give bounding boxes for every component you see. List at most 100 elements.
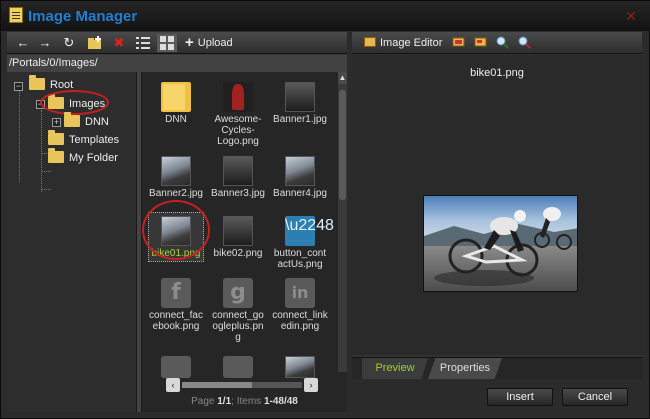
tree-label-dnn: DNN	[85, 116, 109, 128]
linkedin-icon: in	[285, 278, 315, 308]
pager-page: 1/1	[217, 396, 232, 407]
file-grid-vertical-scrollbar[interactable]: ▲	[338, 72, 347, 372]
current-path: /Portals/0/Images/	[7, 55, 347, 72]
image-thumbnail	[223, 156, 253, 186]
tree-label-templates: Templates	[69, 134, 120, 146]
new-folder-icon[interactable]	[85, 34, 105, 52]
close-icon[interactable]: ✕	[624, 9, 638, 23]
file-item[interactable]: DNN	[144, 82, 208, 125]
file-browser-panel: ← → ↻ ✖ + Upload /Portals/0/Images/ − Roo…	[7, 32, 347, 412]
image-thumbnail	[285, 82, 315, 112]
tree-label-my-folder: My Folder	[69, 152, 118, 164]
tree-node-dnn[interactable]: DNN	[64, 112, 109, 130]
scroll-thumb[interactable]	[339, 90, 346, 200]
scroll-right-icon[interactable]: ›	[304, 378, 318, 392]
file-item[interactable]	[268, 356, 332, 380]
file-label: Banner1.jpg	[273, 114, 327, 125]
image-thumbnail	[285, 156, 315, 186]
file-item[interactable]: f connect_fac ebook.png	[144, 278, 208, 332]
file-label: button_cont actUs.png	[273, 248, 327, 270]
window-app-icon	[9, 7, 23, 23]
tree-expand-dnn[interactable]: +	[52, 118, 61, 127]
tab-preview[interactable]: Preview	[362, 358, 428, 379]
image-editor-button[interactable]: Image Editor	[364, 34, 442, 52]
file-label: bike02.png	[213, 248, 263, 259]
file-label: Banner3.jpg	[211, 188, 265, 199]
file-item[interactable]	[206, 356, 270, 380]
folder-icon	[29, 75, 45, 90]
pager: Page 1/1; Items 1-48/48	[142, 396, 347, 408]
file-label: Banner2.jpg	[149, 188, 203, 199]
twitter-icon	[161, 356, 191, 378]
file-label: Banner4.jpg	[273, 188, 327, 199]
window-title: Image Manager	[28, 8, 138, 25]
pager-prefix: Page	[191, 396, 218, 407]
upload-button[interactable]: + Upload	[185, 34, 233, 52]
preview-filename: bike01.png	[470, 67, 524, 79]
file-grid: DNN Awesome- Cycles- Logo.png Banner1.jp…	[142, 72, 347, 412]
thumbnail-view-icon[interactable]	[157, 34, 177, 52]
googleplus-icon: g	[223, 278, 253, 308]
file-label: connect_go ogleplus.pn g	[212, 310, 264, 343]
file-label: DNN	[165, 114, 187, 125]
zoom-out-icon[interactable]	[518, 36, 531, 49]
tab-properties[interactable]: Properties	[428, 358, 502, 379]
image-manager-window: Image Manager ✕ ← → ↻ ✖ + Upload /Portals…	[0, 0, 650, 419]
file-item[interactable]: in connect_link edin.png	[268, 278, 332, 332]
file-label: Awesome- Cycles- Logo.png	[214, 114, 262, 147]
refresh-icon[interactable]: ↻	[59, 34, 79, 52]
highlight-circle	[142, 200, 210, 260]
image-thumbnail	[223, 216, 253, 246]
scroll-track[interactable]	[182, 382, 302, 388]
file-item[interactable]	[144, 356, 208, 380]
browser-toolbar: ← → ↻ ✖ + Upload	[7, 32, 347, 54]
facebook-icon: f	[161, 278, 191, 308]
plus-icon: +	[185, 34, 194, 51]
preview-toolbar: Image Editor	[352, 32, 642, 54]
image-thumbnail	[285, 216, 315, 246]
youtube-icon	[223, 356, 253, 378]
delete-icon[interactable]: ✖	[109, 34, 129, 52]
folder-icon	[64, 112, 80, 127]
preview-area: bike01.png	[352, 55, 642, 355]
arrow-right-icon[interactable]: →	[35, 34, 55, 52]
cancel-button[interactable]: Cancel	[562, 388, 628, 406]
dialog-buttons: Insert Cancel	[352, 379, 642, 412]
resize-icon[interactable]	[474, 36, 487, 49]
tree-node-my-folder[interactable]: My Folder	[48, 148, 118, 166]
zoom-in-icon[interactable]	[496, 36, 509, 49]
preview-image	[423, 195, 578, 292]
file-item[interactable]: bike02.png	[206, 216, 270, 259]
highlight-circle	[40, 90, 109, 115]
tree-collapse-root[interactable]: −	[14, 82, 23, 91]
image-thumbnail	[223, 82, 253, 112]
image-thumbnail	[161, 156, 191, 186]
title-bar: Image Manager ✕	[1, 1, 650, 31]
file-item[interactable]: Awesome- Cycles- Logo.png	[206, 82, 270, 147]
file-item[interactable]: button_cont actUs.png	[268, 216, 332, 270]
folder-tree: − Root − Images + DNN Templates My Folde…	[7, 72, 136, 412]
pager-items-label: ; Items	[231, 396, 264, 407]
file-label: connect_fac ebook.png	[149, 310, 203, 332]
file-item[interactable]: Banner4.jpg	[268, 156, 332, 199]
pager-items: 1-48/48	[263, 396, 298, 407]
image-thumbnail	[285, 356, 315, 378]
file-item[interactable]: Banner1.jpg	[268, 82, 332, 125]
scroll-up-icon[interactable]: ▲	[338, 72, 347, 84]
insert-button[interactable]: Insert	[487, 388, 553, 406]
image-editor-icon	[364, 37, 376, 47]
scroll-left-icon[interactable]: ‹	[166, 378, 180, 392]
folder-icon	[161, 82, 191, 112]
file-item[interactable]: Banner3.jpg	[206, 156, 270, 199]
tree-node-templates[interactable]: Templates	[48, 130, 120, 148]
preview-tabs: Preview Properties	[352, 357, 642, 379]
list-view-icon[interactable]	[133, 34, 153, 52]
folder-icon	[48, 148, 64, 163]
image-editor-label: Image Editor	[380, 37, 443, 49]
crop-icon[interactable]	[452, 36, 465, 49]
file-item[interactable]: g connect_go ogleplus.pn g	[206, 278, 270, 343]
file-grid-horizontal-scrollbar[interactable]: ‹ ›	[166, 378, 318, 392]
file-label: connect_link edin.png	[272, 310, 328, 332]
file-item[interactable]: Banner2.jpg	[144, 156, 208, 199]
arrow-left-icon[interactable]: ←	[13, 34, 33, 52]
